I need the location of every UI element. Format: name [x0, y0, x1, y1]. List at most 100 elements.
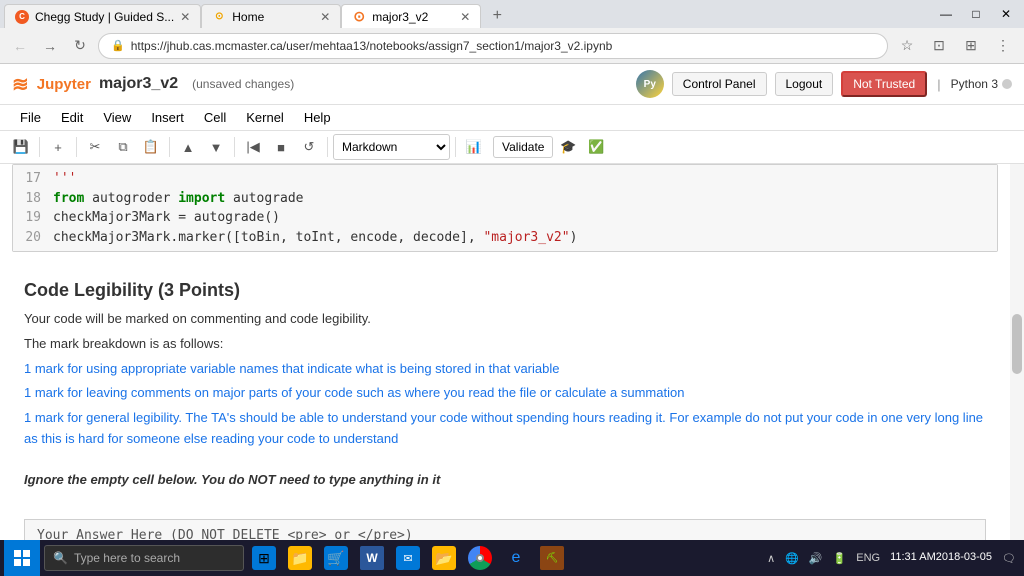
explorer-button[interactable]: 📂 [428, 540, 460, 576]
point-2-text: 1 mark for leaving comments on major par… [24, 385, 684, 400]
header-right: Py Control Panel Logout Not Trusted | Py… [636, 70, 1012, 98]
point-2: 1 mark for leaving comments on major par… [24, 383, 986, 404]
jupyter-logo-icon: ≋ [12, 72, 29, 97]
menu-help[interactable]: Help [296, 107, 339, 128]
cut-button[interactable]: ✂ [82, 134, 108, 160]
tab-chegg-close[interactable]: ✕ [180, 10, 190, 24]
kernel-info: Python 3 [951, 77, 1012, 91]
tab-chegg[interactable]: C Chegg Study | Guided S... ✕ [4, 4, 201, 28]
academy-button[interactable]: 🎓 [555, 134, 581, 160]
extensions-button[interactable]: ⊞ [958, 33, 984, 59]
scrollbar-track[interactable] [1010, 164, 1024, 540]
code-cell-content: 17 18 19 20 ''' from autogroder import a… [13, 165, 997, 251]
stop-button[interactable]: ■ [268, 134, 294, 160]
file-explorer-icon: 📁 [288, 546, 312, 570]
answer-cell[interactable]: Your Answer Here (DO NOT DELETE <pre> or… [24, 519, 986, 540]
taskbar-search-box[interactable]: 🔍 Type here to search [44, 545, 244, 571]
menu-kernel[interactable]: Kernel [238, 107, 292, 128]
move-up-button[interactable]: ▲ [175, 134, 201, 160]
chart-button[interactable]: 📊 [461, 134, 487, 160]
battery-icon[interactable]: 🔋 [829, 540, 851, 576]
ie-button[interactable]: e [500, 540, 532, 576]
logout-button[interactable]: Logout [775, 72, 834, 96]
show-hidden-button[interactable]: ∧ [763, 540, 779, 576]
tab-jupyter[interactable]: ⊙ major3_v2 ✕ [341, 4, 481, 28]
point-1-text: 1 mark for using appropriate variable na… [24, 361, 559, 376]
store-button[interactable]: 🛒 [320, 540, 352, 576]
chrome-button[interactable] [464, 540, 496, 576]
not-trusted-button[interactable]: Not Trusted [841, 71, 927, 97]
network-icon[interactable]: 🌐 [781, 540, 803, 576]
menu-view[interactable]: View [95, 107, 139, 128]
tab-placeholder [515, 4, 555, 28]
clock[interactable]: 11:31 AM 2018-03-05 [886, 540, 996, 576]
back-button[interactable]: ← [8, 34, 32, 58]
code-legibility-heading: Code Legibility (3 Points) [24, 280, 986, 301]
check-button[interactable]: ✅ [583, 134, 609, 160]
menu-insert[interactable]: Insert [143, 107, 192, 128]
new-tab-button[interactable]: + [483, 4, 511, 28]
title-bar: C Chegg Study | Guided S... ✕ ⊙ Home ✕ ⊙… [0, 0, 1024, 28]
minecraft-icon: ⛏ [540, 546, 564, 570]
move-down-button[interactable]: ▼ [203, 134, 229, 160]
code-cell[interactable]: 17 18 19 20 ''' from autogroder import a… [12, 164, 998, 252]
notification-button[interactable]: 🗨 [998, 540, 1020, 576]
ignore-note: Ignore the empty cell below. You do NOT … [24, 470, 986, 491]
tab-home[interactable]: ⊙ Home ✕ [201, 4, 341, 28]
cell-type-select[interactable]: Markdown Code Raw NBConvert [333, 134, 450, 160]
ie-icon: e [504, 546, 528, 570]
restart-button[interactable]: ↺ [296, 134, 322, 160]
minecraft-button[interactable]: ⛏ [536, 540, 568, 576]
toolbar-sep-3 [169, 137, 170, 157]
toolbar-sep-1 [39, 137, 40, 157]
point-1: 1 mark for using appropriate variable na… [24, 359, 986, 380]
volume-icon[interactable]: 🔊 [805, 540, 827, 576]
copy-button[interactable]: ⧉ [110, 134, 136, 160]
menu-bar: File Edit View Insert Cell Kernel Help [0, 105, 1024, 131]
code-line-19: checkMajor3Mark = autograde() [53, 208, 989, 228]
mail-button[interactable]: ✉ [392, 540, 424, 576]
forward-button[interactable]: → [38, 34, 62, 58]
toolbar: 💾 + ✂ ⧉ 📋 ▲ ▼ |◀ ■ ↺ Markdown Code Raw N… [0, 131, 1024, 164]
menu-edit[interactable]: Edit [53, 107, 91, 128]
address-input[interactable]: 🔒 https://jhub.cas.mcmaster.ca/user/meht… [98, 33, 888, 59]
start-button[interactable] [4, 540, 40, 576]
minimize-button[interactable]: — [932, 0, 960, 28]
chrome-icon [468, 546, 492, 570]
clock-time: 11:31 AM [890, 550, 936, 565]
code-line-17: ''' [53, 169, 989, 189]
tab-jupyter-close[interactable]: ✕ [460, 10, 470, 24]
menu-cell[interactable]: Cell [196, 107, 234, 128]
jupyter-brand: Jupyter [37, 76, 91, 93]
file-explorer-button[interactable]: 📁 [284, 540, 316, 576]
line-numbers: 17 18 19 20 [21, 169, 41, 247]
add-cell-button[interactable]: + [45, 134, 71, 160]
run-prev-button[interactable]: |◀ [240, 134, 266, 160]
save-button[interactable]: 💾 [8, 134, 34, 160]
lang-button[interactable]: ENG [852, 540, 884, 576]
cast-button[interactable]: ⊡ [926, 33, 952, 59]
maximize-button[interactable]: □ [962, 0, 990, 28]
control-panel-button[interactable]: Control Panel [672, 72, 767, 96]
notebook-title: major3_v2 [99, 75, 178, 93]
windows-icon [14, 550, 30, 566]
system-tray: ∧ 🌐 🔊 🔋 ENG 11:31 AM 2018-03-05 🗨 [763, 540, 1020, 576]
code-line-18: from autogroder import autograde [53, 189, 989, 209]
search-icon: 🔍 [53, 551, 68, 565]
mail-icon: ✉ [396, 546, 420, 570]
word-button[interactable]: W [356, 540, 388, 576]
tab-home-close[interactable]: ✕ [320, 10, 330, 24]
reload-button[interactable]: ↻ [68, 34, 92, 58]
task-view-button[interactable]: ⊞ [248, 540, 280, 576]
intro-line-1: Your code will be marked on commenting a… [24, 309, 986, 330]
close-button[interactable]: ✕ [992, 0, 1020, 28]
menu-button[interactable]: ⋮ [990, 33, 1016, 59]
menu-file[interactable]: File [12, 107, 49, 128]
paste-button[interactable]: 📋 [138, 134, 164, 160]
point-3-text: 1 mark for general legibility. The TA's … [24, 410, 983, 446]
scrollbar-thumb[interactable] [1012, 314, 1022, 374]
bookmark-button[interactable]: ☆ [894, 33, 920, 59]
scroll-area[interactable]: 17 18 19 20 ''' from autogroder import a… [0, 164, 1010, 540]
validate-button[interactable]: Validate [493, 136, 553, 158]
toolbar-sep-2 [76, 137, 77, 157]
